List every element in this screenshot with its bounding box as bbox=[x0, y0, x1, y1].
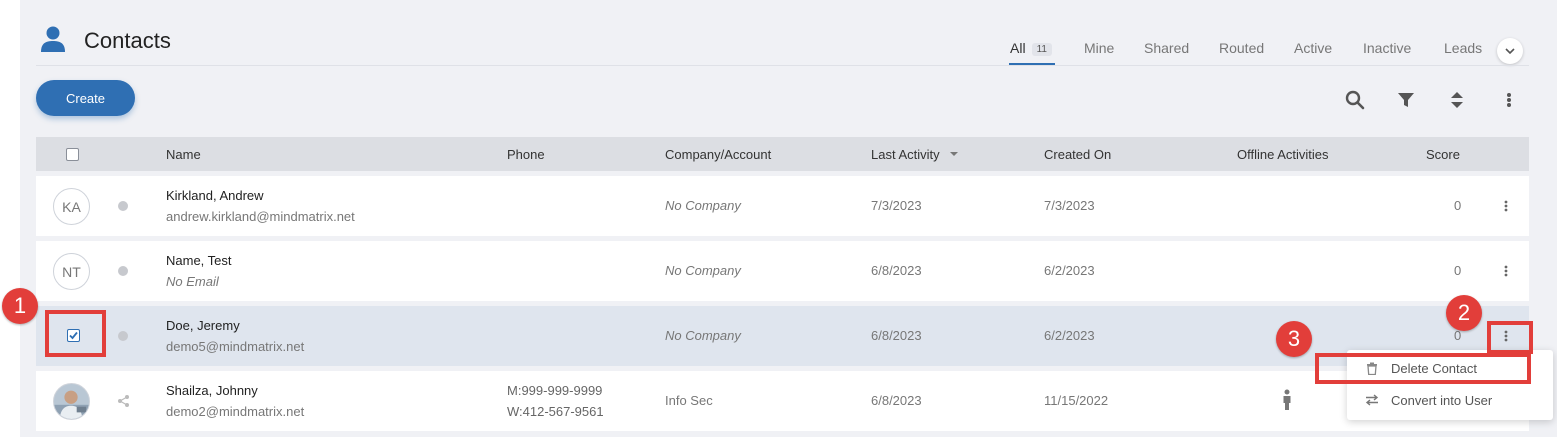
contact-name[interactable]: Shailza, Johnny bbox=[166, 383, 258, 398]
select-all-checkbox[interactable] bbox=[66, 148, 79, 161]
callout-3: 3 bbox=[1276, 321, 1312, 357]
tab-inactive[interactable]: Inactive bbox=[1363, 40, 1411, 56]
contact-name[interactable]: Doe, Jeremy bbox=[166, 318, 240, 333]
highlight-row-checkbox bbox=[45, 310, 106, 357]
menu-item-label: Convert into User bbox=[1391, 392, 1493, 408]
tab-label: All bbox=[1010, 40, 1026, 56]
contact-score: 0 bbox=[1454, 198, 1462, 213]
tab-count-badge: 11 bbox=[1031, 43, 1052, 56]
table-row[interactable]: Shailza, Johnny demo2@mindmatrix.net M:9… bbox=[36, 371, 1529, 431]
contact-phone-mobile: M:999-999-9999 bbox=[507, 383, 603, 398]
create-button[interactable]: Create bbox=[36, 80, 135, 116]
share-icon bbox=[117, 394, 131, 408]
contact-company: No Company bbox=[665, 198, 741, 213]
contact-company: No Company bbox=[665, 263, 741, 278]
tab-leads[interactable]: Leads bbox=[1444, 40, 1482, 56]
contact-person-icon bbox=[40, 25, 66, 53]
table-row[interactable]: KA Kirkland, Andrew andrew.kirkland@mind… bbox=[36, 176, 1529, 236]
person-photo-icon bbox=[54, 384, 89, 419]
contact-phone-work: W:412-567-9561 bbox=[507, 404, 604, 419]
sort-icon[interactable] bbox=[1446, 89, 1468, 111]
sort-desc-icon bbox=[950, 152, 959, 156]
contact-created-on: 7/3/2023 bbox=[1044, 198, 1095, 213]
left-gutter bbox=[0, 0, 20, 437]
column-header-label: Last Activity bbox=[871, 147, 940, 162]
contact-email: andrew.kirkland@mindmatrix.net bbox=[166, 209, 355, 224]
swap-arrows-icon bbox=[1365, 393, 1379, 407]
tab-shared[interactable]: Shared bbox=[1144, 40, 1189, 56]
column-header-name[interactable]: Name bbox=[166, 147, 201, 162]
tab-mine[interactable]: Mine bbox=[1084, 40, 1114, 56]
column-header-last-activity[interactable]: Last Activity bbox=[871, 147, 959, 162]
person-standing-icon bbox=[1281, 389, 1293, 411]
highlight-delete-contact bbox=[1315, 353, 1531, 384]
status-dot bbox=[118, 266, 128, 276]
tab-active[interactable]: Active bbox=[1294, 40, 1332, 56]
tab-routed[interactable]: Routed bbox=[1219, 40, 1264, 56]
contact-created-on: 6/2/2023 bbox=[1044, 263, 1095, 278]
contact-last-activity: 6/8/2023 bbox=[871, 393, 922, 408]
row-menu-icon[interactable] bbox=[1500, 196, 1512, 216]
contact-name[interactable]: Name, Test bbox=[166, 253, 232, 268]
contact-created-on: 11/15/2022 bbox=[1044, 393, 1109, 408]
contact-created-on: 6/2/2023 bbox=[1044, 328, 1095, 343]
tab-all[interactable]: All 11 bbox=[1010, 40, 1052, 56]
page-title: Contacts bbox=[84, 28, 171, 53]
more-vertical-icon[interactable] bbox=[1498, 89, 1520, 111]
contact-company: Info Sec bbox=[665, 393, 713, 408]
contact-last-activity: 6/8/2023 bbox=[871, 263, 922, 278]
callout-1: 1 bbox=[2, 288, 38, 324]
contact-last-activity: 7/3/2023 bbox=[871, 198, 922, 213]
status-dot bbox=[118, 331, 128, 341]
avatar: KA bbox=[53, 188, 90, 225]
contact-company: No Company bbox=[665, 328, 741, 343]
column-header-offline-activities[interactable]: Offline Activities bbox=[1237, 147, 1329, 162]
column-header-created-on[interactable]: Created On bbox=[1044, 147, 1111, 162]
contact-name[interactable]: Kirkland, Andrew bbox=[166, 188, 264, 203]
search-icon[interactable] bbox=[1344, 89, 1366, 111]
column-header-company[interactable]: Company/Account bbox=[665, 147, 771, 162]
highlight-row-menu bbox=[1487, 321, 1533, 354]
contact-email: No Email bbox=[166, 274, 219, 289]
column-header-phone[interactable]: Phone bbox=[507, 147, 545, 162]
convert-into-user-menu-item[interactable]: Convert into User bbox=[1347, 384, 1553, 416]
avatar-photo bbox=[53, 383, 90, 420]
contact-score: 0 bbox=[1454, 263, 1462, 278]
contact-last-activity: 6/8/2023 bbox=[871, 328, 922, 343]
table-row[interactable]: NT Name, Test No Email No Company 6/8/20… bbox=[36, 241, 1529, 301]
callout-2: 2 bbox=[1446, 295, 1482, 331]
chevron-down-icon bbox=[1505, 48, 1515, 55]
status-dot bbox=[118, 201, 128, 211]
contact-email: demo2@mindmatrix.net bbox=[166, 404, 305, 419]
header-divider bbox=[36, 65, 1529, 66]
table-header: Name Phone Company/Account Last Activity… bbox=[36, 137, 1529, 171]
tabs-more-button[interactable] bbox=[1497, 38, 1523, 64]
column-header-score[interactable]: Score bbox=[1426, 147, 1460, 162]
avatar: NT bbox=[53, 253, 90, 290]
filter-icon[interactable] bbox=[1395, 89, 1417, 111]
contact-email: demo5@mindmatrix.net bbox=[166, 339, 305, 354]
row-menu-icon[interactable] bbox=[1500, 261, 1512, 281]
